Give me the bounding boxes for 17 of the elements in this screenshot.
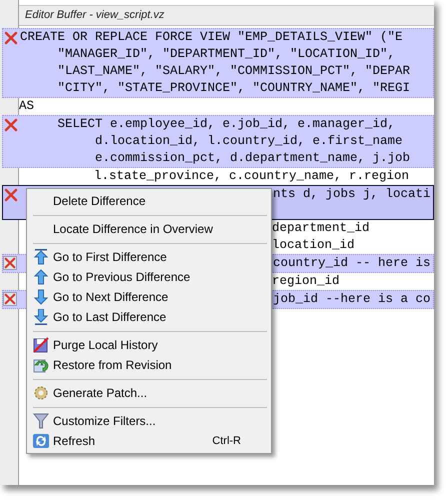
code-line: SELECT e.employee_id, e.job_id, e.manager_id, (56, 117, 396, 131)
code-line: "MANAGER_ID", "DEPARTMENT_ID", "LOCATION_ID", (56, 47, 396, 61)
code-line: AS (19, 99, 34, 113)
code-line: l.state_province, c.country_name, r.region (93, 169, 410, 183)
panel-title: Editor Buffer - view_script.vz (25, 8, 164, 24)
code-line: e.commission_pct, d.department_name, j.job (94, 151, 410, 165)
code-line: job_id --here is a co (273, 292, 431, 306)
code-line: "CITY", "STATE_PROVINCE", "COUNTRY_NAME", "REGI (56, 81, 410, 95)
code-line: location_id (272, 238, 355, 252)
code-line: region_id (272, 274, 340, 288)
code-line: CREATE OR REPLACE FORCE VIEW "EMP_DETAILS_VIEW" ("E (20, 30, 403, 44)
code-line: nts d, jobs j, locati (273, 187, 431, 201)
code-line: "LAST_NAME", "SALARY", "COMMISSION_PCT", "DEPAR (56, 64, 410, 78)
code-line: country_id -- here is (273, 256, 431, 270)
code-line: d.location_id, l.country_id, e.first_name (94, 134, 403, 148)
code-line: department_id (272, 221, 370, 235)
shortcut-text: Ctrl-R (212, 434, 241, 449)
